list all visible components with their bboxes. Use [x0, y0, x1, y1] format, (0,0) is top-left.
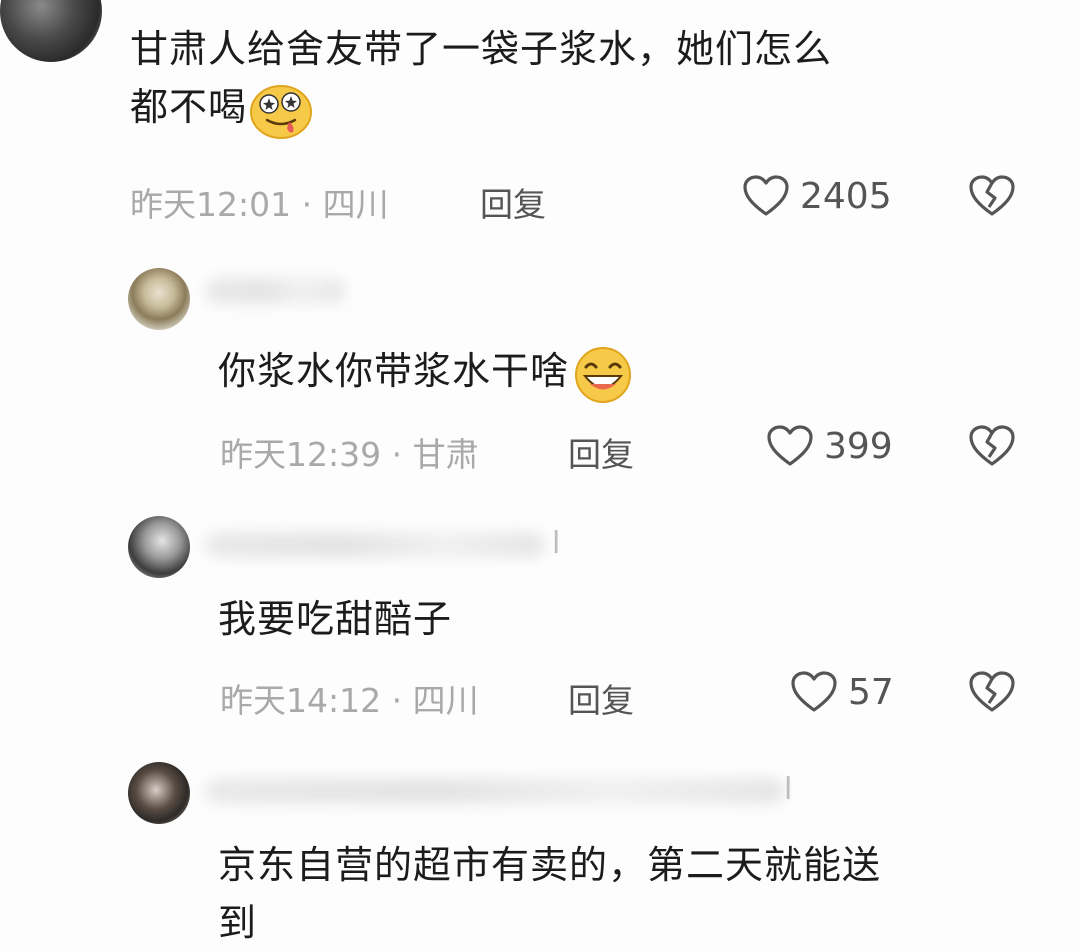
comment-meta: 昨天12:01 · 四川 [130, 178, 389, 226]
comment-text-line1: 京东自营的超市有卖的，第二天就能送 [218, 843, 882, 887]
broken-heart-icon[interactable] [968, 174, 1016, 218]
comment-text-line2: 都不喝 [130, 78, 832, 140]
meta-separator: · [301, 185, 313, 224]
comment-text: 你浆水你带浆水干啥 [218, 342, 635, 403]
like-count: 2405 [800, 175, 892, 217]
broken-heart-icon[interactable] [968, 424, 1016, 468]
username-blurred[interactable] [205, 278, 345, 304]
comment-text: 我要吃甜醅子 [218, 597, 453, 641]
like-button[interactable]: 57 [790, 670, 894, 714]
avatar[interactable] [128, 762, 190, 824]
like-button[interactable]: 2405 [742, 174, 892, 218]
heart-icon [743, 175, 789, 216]
reply-button[interactable]: 回复 [480, 178, 546, 226]
drooling-star-eyes-emoji-icon [250, 84, 313, 139]
comment-location: 甘肃 [412, 435, 479, 474]
comment-text-line: 你浆水你带浆水干啥 [218, 349, 570, 393]
comment-meta: 昨天12:39 · 甘肃 [220, 428, 479, 476]
reply-button[interactable]: 回复 [568, 428, 634, 476]
username-blurred[interactable] [205, 778, 785, 804]
comment-text-line1: 甘肃人给舍友带了一袋子浆水，她们怎么 [130, 27, 833, 71]
broken-heart-icon[interactable] [968, 670, 1016, 714]
comment-time: 昨天12:01 [130, 185, 292, 224]
avatar[interactable] [0, 0, 102, 62]
comment-meta: 昨天14:12 · 四川 [220, 674, 479, 722]
comment-text: 甘肃人给舍友带了一袋子浆水，她们怎么 都不喝 [130, 20, 832, 140]
heart-icon [767, 425, 813, 466]
meta-separator: · [391, 681, 403, 720]
comment-text: 京东自营的超市有卖的，第二天就能送 到 [218, 836, 881, 952]
username-tail: l [552, 526, 561, 561]
like-count: 399 [824, 425, 893, 467]
comment-text-line2: 到 [218, 901, 258, 945]
comment-time: 昨天12:39 [220, 435, 382, 474]
username-tail: l [784, 772, 793, 807]
username-blurred[interactable] [205, 532, 545, 558]
meta-separator: · [391, 435, 403, 474]
avatar[interactable] [128, 516, 190, 578]
avatar[interactable] [128, 268, 190, 330]
comment-location: 四川 [322, 185, 389, 224]
grinning-emoji-icon [575, 346, 632, 403]
comment-time: 昨天14:12 [220, 681, 382, 720]
reply-button[interactable]: 回复 [568, 674, 634, 722]
like-button[interactable]: 399 [766, 424, 893, 468]
like-count: 57 [848, 671, 894, 713]
comment-location: 四川 [412, 681, 479, 720]
heart-icon [791, 671, 837, 712]
